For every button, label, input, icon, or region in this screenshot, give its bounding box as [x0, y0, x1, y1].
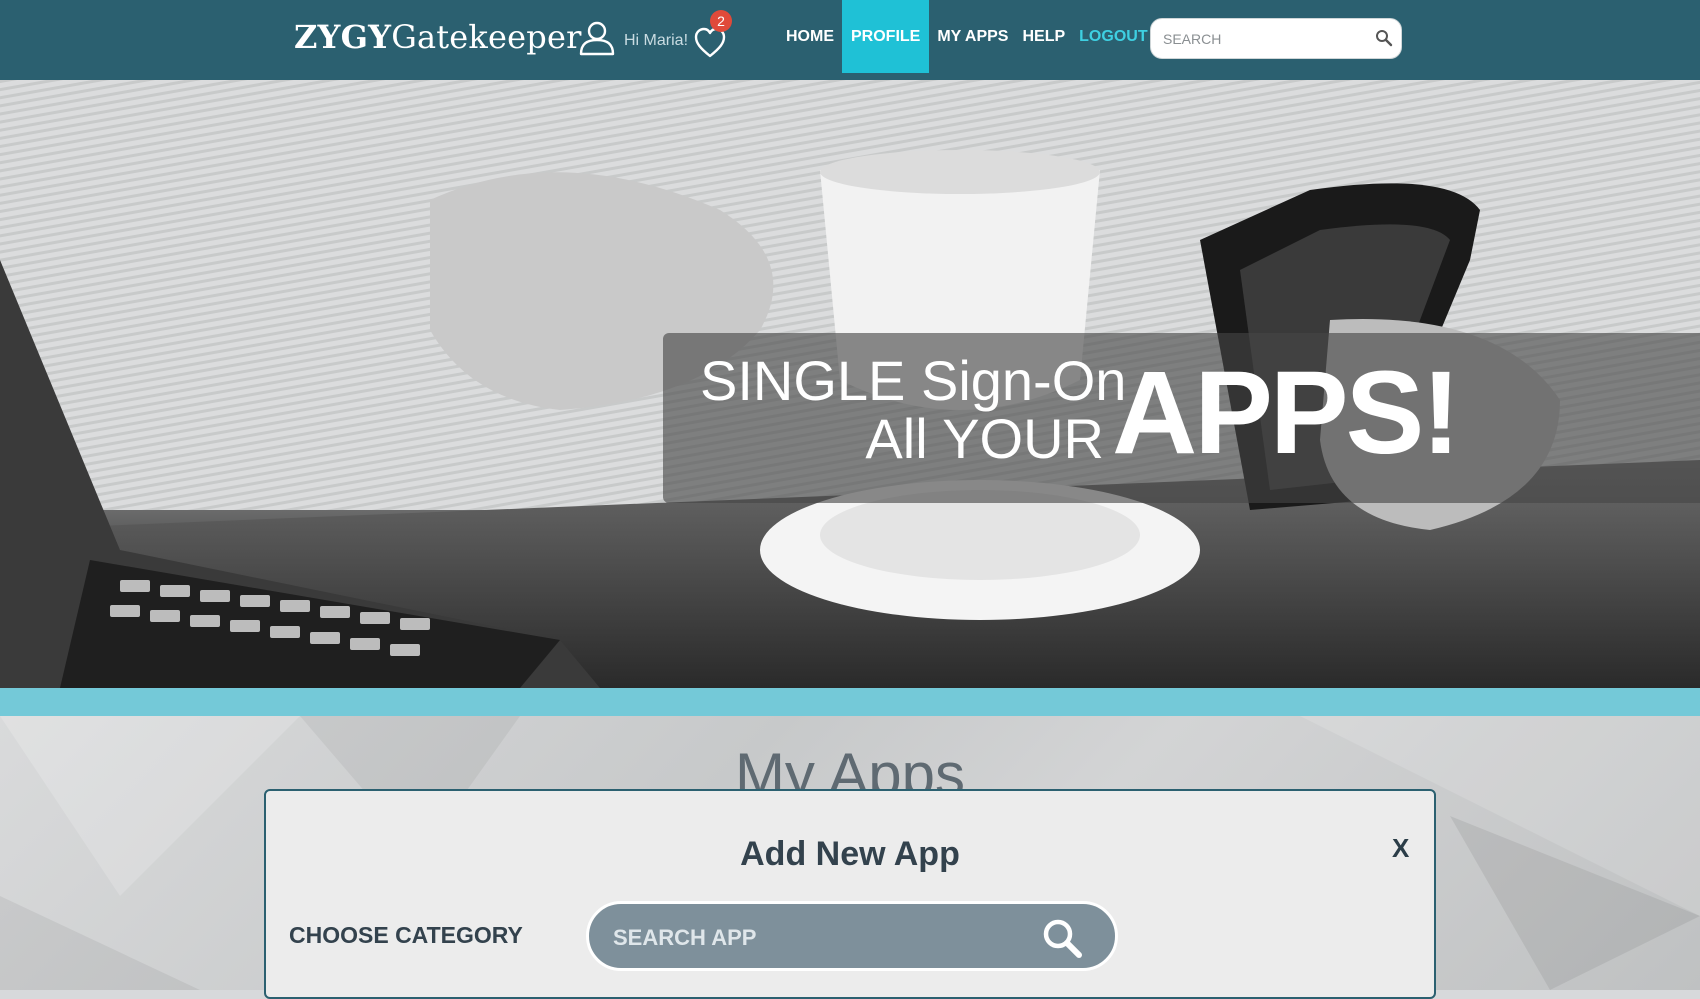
close-button[interactable]: X — [1392, 833, 1409, 864]
nav-logout[interactable]: LOGOUT — [1073, 0, 1153, 73]
search-icon[interactable] — [1041, 917, 1083, 964]
nav-my-apps[interactable]: MY APPS — [931, 0, 1014, 73]
app-search-box — [586, 901, 1118, 971]
accent-strip — [0, 688, 1700, 716]
top-navbar: ZYGYGatekeeper Hi Maria! 2 HOME PROFILE … — [0, 0, 1700, 80]
main-nav: HOME PROFILE MY APPS HELP LOGOUT — [780, 0, 1156, 80]
nav-help[interactable]: HELP — [1016, 0, 1071, 73]
nav-profile[interactable]: PROFILE — [842, 0, 930, 73]
nav-home[interactable]: HOME — [780, 0, 840, 73]
choose-category-label[interactable]: CHOOSE CATEGORY — [289, 922, 523, 949]
user-icon — [578, 20, 616, 56]
search-icon[interactable] — [1375, 29, 1393, 52]
hero-headline-line2: All YOUR — [865, 407, 1104, 470]
notification-badge: 2 — [710, 10, 732, 32]
greeting-text: Hi Maria! — [624, 32, 689, 49]
add-app-modal: Add New App X CHOOSE CATEGORY — [264, 789, 1436, 999]
app-search-input[interactable] — [611, 922, 1015, 954]
hero-headline-apps: APPS! — [1112, 347, 1461, 479]
modal-title: Add New App — [740, 835, 960, 873]
logo-bold: ZYGY — [294, 18, 392, 56]
search-input[interactable] — [1161, 19, 1365, 59]
notifications-button[interactable]: 2 — [694, 10, 732, 58]
logo[interactable]: ZYGYGatekeeper — [294, 18, 582, 56]
site-search — [1150, 18, 1402, 59]
user-greeting[interactable]: Hi Maria! — [578, 18, 688, 58]
hero-headline-line1: SINGLE Sign-On — [700, 349, 1127, 412]
logo-text: Gatekeeper — [391, 18, 582, 56]
hero-banner: SINGLE Sign-On All YOUR APPS! — [0, 80, 1700, 688]
